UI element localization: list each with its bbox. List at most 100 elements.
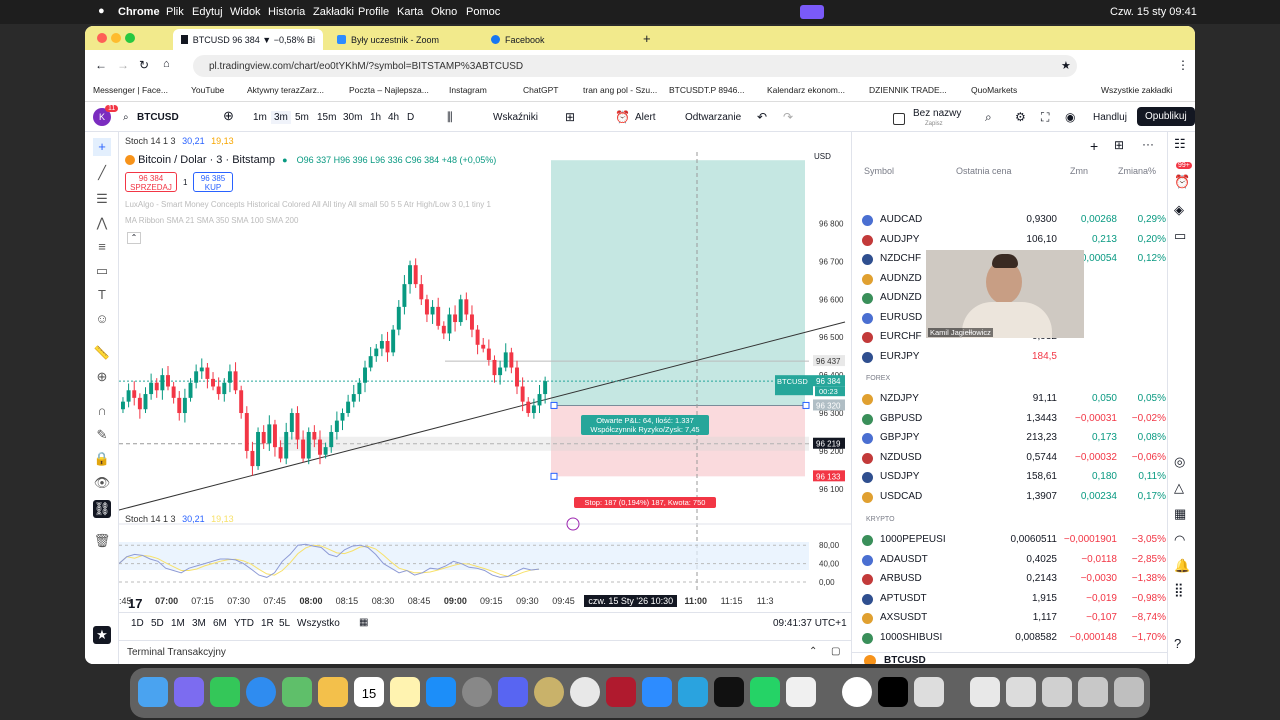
system-settings-icon[interactable] — [462, 677, 492, 707]
fullscreen-icon[interactable]: ⛶ — [1041, 110, 1049, 125]
chat-icon[interactable]: ▭ — [1174, 228, 1186, 244]
watchlist-row[interactable]: USDCAD 1,3907 0,00234 0,17% — [852, 488, 1168, 507]
minimize-window-button[interactable] — [111, 33, 121, 43]
time-axis[interactable]: :45 07:00 07:15 07:30 07:45 08:00 08:15 08:30 08… — [119, 592, 851, 612]
epic-games-icon[interactable] — [878, 677, 908, 707]
menubar-clock[interactable]: Czw. 15 sty 09:41 — [1110, 6, 1197, 18]
url-field[interactable]: pl.tradingview.com/chart/eo0tYKhM/?symbo… — [193, 55, 1077, 77]
apple-icon[interactable]: ● — [98, 5, 105, 17]
safari-icon[interactable] — [246, 677, 276, 707]
watchlist-row[interactable]: AUDCAD 0,9300 0,00268 0,29% — [852, 211, 1168, 230]
bookmark-item[interactable]: YouTube — [191, 85, 224, 95]
range-button[interactable]: 1D — [131, 618, 144, 629]
reload-icon[interactable]: ↻ — [139, 58, 149, 72]
quick-search-icon[interactable]: ⌕ — [985, 110, 992, 125]
calendar-icon[interactable]: ▦ — [359, 617, 368, 628]
target-icon[interactable]: ◎ — [1174, 454, 1185, 470]
watchlist-row[interactable]: ADAUSDT 0,4025 −0,0118 −2,85% — [852, 551, 1168, 570]
watch-header-symbol[interactable]: Symbol — [864, 166, 894, 176]
launchpad-icon[interactable] — [174, 677, 204, 707]
symbol-details-header[interactable]: BTCUSD — [852, 652, 1168, 664]
zoom-share-icon[interactable] — [800, 5, 824, 19]
tradingview-icon[interactable] — [714, 677, 744, 707]
chrome-menu-icon[interactable]: ⋮ — [1177, 58, 1189, 72]
horizontal-lines-icon[interactable]: ☰ — [93, 190, 111, 208]
bookmark-item[interactable]: Poczta – Najlepsza... — [349, 85, 429, 95]
maximize-icon[interactable]: ▢ — [831, 646, 840, 657]
trash-icon[interactable] — [1114, 677, 1144, 707]
bookmark-item[interactable]: Wszystkie zakładki — [1101, 85, 1172, 95]
redo-icon[interactable]: ↷ — [783, 110, 793, 124]
emoji-icon[interactable]: ☺ — [93, 310, 111, 328]
add-symbol-icon[interactable]: ⊕ — [223, 108, 234, 124]
telegram-icon[interactable] — [678, 677, 708, 707]
watch-section-crypto[interactable]: KRYPTO — [866, 516, 895, 523]
calendar-icon[interactable]: 15 — [354, 677, 384, 707]
shapes-icon[interactable]: ▭ — [93, 262, 111, 280]
menubar-item[interactable]: Profile — [358, 6, 389, 18]
text-icon[interactable]: T — [93, 286, 111, 304]
chevron-up-icon[interactable]: ⌃ — [809, 646, 817, 657]
watchlist-row[interactable]: 1000PEPEUSI 0,0060511 −0,0001901 −3,05% — [852, 531, 1168, 550]
currency-label[interactable]: USD — [814, 152, 831, 161]
screenshot-icon[interactable] — [1042, 677, 1072, 707]
watchlist-row[interactable]: AUDJPY 106,10 0,213 0,20% — [852, 231, 1168, 250]
interval-button[interactable]: D — [407, 112, 414, 123]
discord-icon[interactable] — [498, 677, 528, 707]
document-icon[interactable] — [970, 677, 1000, 707]
search-icon[interactable]: ⌕ — [123, 112, 129, 123]
layout-name[interactable]: Bez nazwy — [913, 108, 961, 119]
bookmark-item[interactable]: DZIENNIK TRADE... — [869, 85, 947, 95]
watchlist-row[interactable]: APTUSDT 1,915 −0,019 −0,98% — [852, 590, 1168, 609]
utc-clock[interactable]: 09:41:37 UTC+1 — [773, 618, 847, 629]
layout-icon[interactable] — [893, 113, 905, 125]
watchlist-row[interactable]: GBPJPY 213,23 0,173 0,08% — [852, 429, 1168, 448]
opera-icon[interactable] — [606, 677, 636, 707]
position-pnl-box[interactable]: Otwarte P&L: 64, Ilość: 1.337 Współczynn… — [581, 415, 709, 435]
watchlist-layout-icon[interactable]: ⊞ — [1114, 138, 1124, 152]
watch-header-price[interactable]: Ostatnia cena — [956, 166, 1012, 176]
trend-line-icon[interactable]: ╱ — [93, 164, 111, 182]
zoom-window-button[interactable] — [125, 33, 135, 43]
webcam-overlay[interactable]: Kamil Jagiełłowicz — [926, 250, 1084, 338]
menubar-item[interactable]: Okno — [431, 6, 457, 18]
interval-button[interactable]: 1m — [253, 112, 267, 123]
watchlist-row[interactable]: ARBUSD 0,2143 −0,0030 −1,38% — [852, 570, 1168, 589]
stop-loss-label[interactable]: Stop: 187 (0,194%) 187, Kwota: 750 — [574, 497, 716, 508]
tab-tradingview[interactable]: BTCUSD 96 384 ▼ −0,58% Bi — [173, 29, 323, 50]
range-button[interactable]: Wszystko — [297, 618, 340, 629]
close-window-button[interactable] — [97, 33, 107, 43]
templates-icon[interactable]: ⊞ — [565, 110, 575, 124]
pattern-icon[interactable]: ⋀ — [93, 214, 111, 232]
watchlist-row[interactable]: NZDUSD 0,5744 −0,00032 −0,06% — [852, 449, 1168, 468]
menubar-item[interactable]: Karta — [397, 6, 423, 18]
bookmark-item[interactable]: tran ang pol - Szu... — [583, 85, 657, 95]
new-tab-button[interactable]: + — [643, 31, 651, 46]
undo-icon[interactable]: ↶ — [757, 110, 767, 124]
range-button[interactable]: 1M — [171, 618, 185, 629]
trade-button[interactable]: Handluj — [1093, 112, 1127, 123]
iphone-mirroring-icon[interactable] — [786, 677, 816, 707]
camera-icon[interactable]: ◉ — [1065, 110, 1075, 124]
crosshair-icon[interactable]: + — [93, 138, 111, 156]
bookmark-item[interactable]: ChatGPT — [523, 85, 558, 95]
range-button[interactable]: 5D — [151, 618, 164, 629]
watch-section-forex[interactable]: FOREX — [866, 375, 890, 382]
interval-button[interactable]: 5m — [295, 112, 309, 123]
interval-button-active[interactable]: 3m — [271, 111, 291, 124]
help-icon[interactable]: ? — [1174, 636, 1181, 651]
terminal-label[interactable]: Terminal Transakcyjny — [127, 647, 226, 658]
interval-button[interactable]: 4h — [388, 112, 399, 123]
more-icon[interactable]: ··· — [1142, 137, 1154, 151]
candles-icon[interactable]: ⫼ — [447, 110, 453, 125]
notes-icon[interactable] — [390, 677, 420, 707]
indicator-legend-ma-ribbon[interactable]: MA Ribbon SMA 21 SMA 350 SMA 100 SMA 200 — [125, 216, 298, 225]
trash-icon[interactable]: 🗑 — [93, 532, 111, 550]
watchlist-row[interactable]: USDJPY 158,61 0,180 0,11% — [852, 468, 1168, 487]
interval-button[interactable]: 1h — [370, 112, 381, 123]
publish-button[interactable]: Opublikuj — [1137, 107, 1195, 126]
menubar-item[interactable]: Widok — [230, 6, 261, 18]
bookmark-item[interactable]: Aktywny terazZarz... — [247, 85, 324, 95]
draw-mode-icon[interactable]: ✎ — [93, 426, 111, 444]
dashlane-icon[interactable] — [842, 677, 872, 707]
